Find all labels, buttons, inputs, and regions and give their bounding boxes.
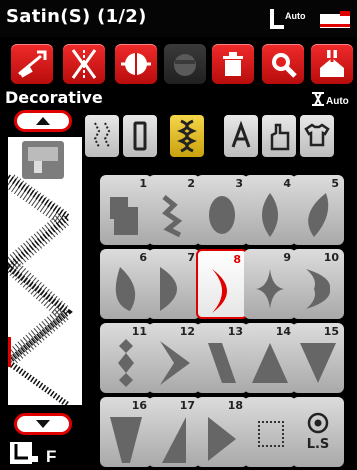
stitch-key-5[interactable]: 5 [292,175,344,245]
stitch-key-2[interactable]: 2 [148,175,200,245]
long-stitch-key[interactable]: L.S [292,397,344,467]
memory-button [164,44,206,84]
auto-thread-tension-indicator: Auto [310,90,356,108]
target-icon [307,412,329,434]
scroll-down-button[interactable] [14,413,72,435]
save-button[interactable] [311,44,353,84]
machine-view-icon [22,141,64,179]
long-stitch-label: L.S [306,437,330,452]
stitch-key-7[interactable]: 7 [148,249,200,319]
auto-label-top: Auto [285,11,306,21]
stitch-key-9[interactable]: 9 [244,249,296,319]
utility-stitch-icon [93,122,111,148]
stitch-key-14[interactable]: 14 [244,323,296,393]
category-tab-utility[interactable] [85,115,119,157]
stitch-key-8[interactable]: 8 [196,249,248,319]
mirror-button[interactable] [11,44,53,84]
delete-button[interactable] [212,44,254,84]
empty-stitch-slot[interactable] [244,397,296,467]
scroll-up-button[interactable] [14,110,72,132]
stitch-key-17[interactable]: 17 [148,397,200,467]
stitch-key-1[interactable]: 1 [100,175,152,245]
stitch-key-16[interactable]: 16 [100,397,152,467]
stitch-length-button[interactable] [115,44,157,84]
auto-label-deco: Auto [326,96,349,107]
category-tab-hand-stitch[interactable] [262,115,296,157]
needle-position-button[interactable] [63,44,105,84]
presser-foot-indicator: F [8,440,74,466]
category-tab-clothing[interactable] [300,115,334,157]
shirt-icon [304,123,330,147]
presser-foot-label: F [46,447,56,466]
stitch-key-13[interactable]: 13 [196,323,248,393]
zoom-button[interactable] [262,44,304,84]
category-tab-decorative[interactable] [170,115,204,157]
stitch-key-6[interactable]: 6 [100,249,152,319]
section-title: Decorative [5,88,103,107]
window-title: Satin(S) (1/2) [6,6,147,27]
stitch-key-15[interactable]: 15 [292,323,344,393]
category-tab-buttonhole[interactable] [123,115,157,157]
stitch-key-3[interactable]: 3 [196,175,248,245]
stitch-key-12[interactable]: 12 [148,323,200,393]
stitch-key-11[interactable]: 11 [100,323,152,393]
alphabet-icon [231,120,251,148]
stitch-key-4[interactable]: 4 [244,175,296,245]
dotted-square-icon [258,421,284,447]
stitch-key-18[interactable]: 18 [196,397,248,467]
hand-icon [270,123,290,151]
decorative-stitch-icon [177,119,197,153]
auto-presser-indicator: Auto [268,6,354,32]
stitch-key-10[interactable]: 10 [292,249,344,319]
category-tab-alphabet[interactable] [224,115,258,157]
buttonhole-icon [133,121,147,151]
